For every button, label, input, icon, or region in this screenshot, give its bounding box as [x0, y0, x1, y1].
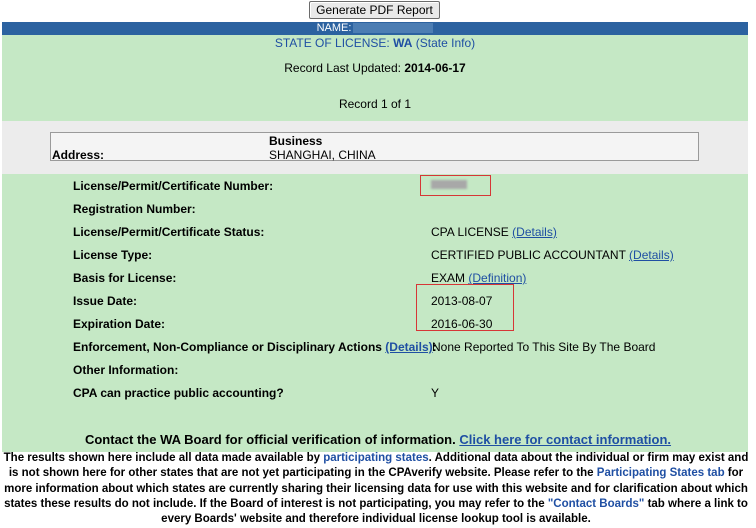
expiration-date-label: Expiration Date: — [73, 317, 166, 331]
enforcement-details-link[interactable]: (Details) — [385, 340, 432, 354]
cpa-practice-value: Y — [431, 386, 440, 400]
basis-value: EXAM (Definition) — [431, 271, 526, 285]
state-value: WA — [393, 36, 413, 50]
name-header-bar: NAME: — [2, 22, 748, 35]
basis-definition-link[interactable]: (Definition) — [468, 271, 526, 285]
registration-number-label: Registration Number: — [73, 202, 196, 216]
other-information-label: Other Information: — [73, 363, 179, 377]
status-text: CPA LICENSE — [431, 225, 509, 239]
basis-text: EXAM — [431, 271, 466, 285]
cpa-practice-label: CPA can practice public accounting? — [73, 386, 284, 400]
disclaimer-part1: The results shown here include all data … — [3, 452, 324, 464]
enforcement-value: None Reported To This Site By The Board — [432, 340, 656, 354]
license-number-highlight — [420, 175, 491, 196]
record-summary-panel: STATE OF LICENSE: WA (State Info) Record… — [2, 35, 748, 121]
status-label: License/Permit/Certificate Status: — [73, 225, 265, 239]
license-number-label: License/Permit/Certificate Number: — [73, 179, 274, 193]
record-counter: Record 1 of 1 — [338, 97, 412, 111]
license-type-label: License Type: — [73, 248, 153, 262]
enforcement-label: Enforcement, Non-Compliance or Disciplin… — [73, 340, 382, 354]
address-label: Address: — [52, 148, 105, 162]
contact-information-link[interactable]: Click here for contact information. — [459, 432, 671, 447]
status-details-link[interactable]: (Details) — [512, 225, 557, 239]
state-label: STATE OF LICENSE: — [274, 36, 390, 50]
updated-label: Record Last Updated: — [284, 61, 401, 75]
status-value: CPA LICENSE (Details) — [431, 225, 557, 239]
license-type-value: CERTIFIED PUBLIC ACCOUNTANT (Details) — [431, 248, 674, 262]
address-value: SHANGHAI, CHINA — [269, 148, 376, 162]
updated-value: 2014-06-17 — [404, 61, 466, 75]
contact-boards-link[interactable]: "Contact Boards" — [548, 498, 645, 510]
name-redacted — [353, 23, 434, 34]
state-of-license: STATE OF LICENSE: WA (State Info) — [2, 36, 748, 50]
participating-states-tab-link[interactable]: Participating States tab — [597, 467, 725, 479]
business-address-box: Business Address: SHANGHAI, CHINA — [50, 132, 699, 162]
contact-board-line: Contact the WA Board for official verifi… — [0, 432, 756, 447]
participating-states-link[interactable]: participating states — [323, 452, 428, 464]
contact-text: Contact the WA Board for official verifi… — [84, 432, 456, 447]
license-type-details-link[interactable]: (Details) — [629, 248, 674, 262]
disclaimer-text: The results shown here include all data … — [2, 451, 750, 527]
record-last-updated: Record Last Updated: 2014-06-17 — [2, 61, 748, 75]
license-type-text: CERTIFIED PUBLIC ACCOUNTANT — [431, 248, 626, 262]
dates-highlight — [416, 284, 514, 331]
state-info-link[interactable]: (State Info) — [416, 36, 475, 50]
basis-label: Basis for License: — [73, 271, 177, 285]
issue-date-label: Issue Date: — [73, 294, 138, 308]
name-label: NAME: — [316, 22, 352, 34]
generate-pdf-report-button[interactable]: Generate PDF Report — [309, 1, 440, 19]
business-label: Business — [269, 134, 323, 148]
enforcement-row: Enforcement, Non-Compliance or Disciplin… — [73, 340, 437, 354]
